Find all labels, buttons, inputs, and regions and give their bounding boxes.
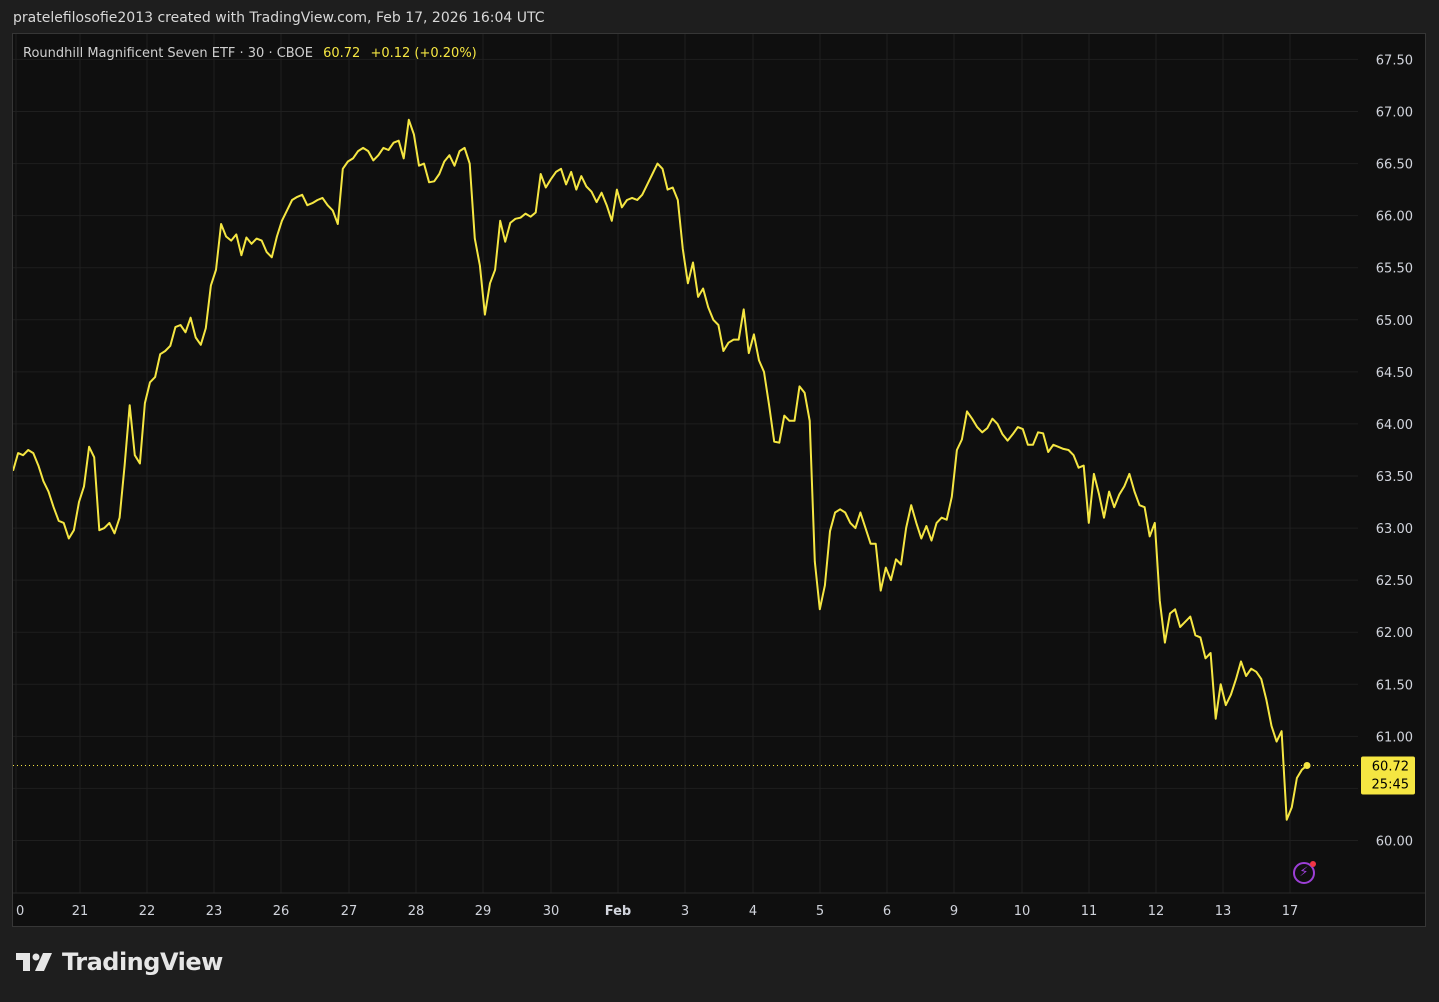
x-tick-label: 17	[1282, 904, 1299, 919]
tradingview-brand: TradingView	[16, 948, 223, 976]
y-tick-label: 63.50	[1376, 470, 1413, 485]
y-tick-label: 64.50	[1376, 366, 1413, 381]
legend-last-price: 60.72	[323, 46, 361, 61]
x-tick-label: 5	[816, 904, 824, 919]
price-chart[interactable]: 60.0060.5061.0061.5062.0062.5063.0063.50…	[13, 34, 1425, 926]
chart-background	[13, 34, 1425, 926]
y-tick-label: 62.50	[1376, 574, 1413, 589]
tradingview-logo-icon	[16, 953, 52, 971]
x-tick-label: 6	[883, 904, 891, 919]
y-tick-label: 67.00	[1376, 106, 1413, 121]
x-tick-label: 21	[72, 904, 89, 919]
y-tick-label: 65.00	[1376, 314, 1413, 329]
y-tick-label: 60.00	[1376, 835, 1413, 850]
legend-change: +0.12 (+0.20%)	[370, 46, 477, 61]
x-tick-label: 27	[341, 904, 358, 919]
y-tick-label: 67.50	[1376, 53, 1413, 68]
x-tick-label: 10	[1014, 904, 1031, 919]
chart-attribution: pratelefilosofie2013 created with Tradin…	[13, 10, 545, 26]
alert-notification-dot	[1310, 861, 1316, 867]
price-scale-label-countdown: 25:45	[1372, 778, 1409, 793]
y-tick-label: 66.00	[1376, 210, 1413, 225]
y-tick-label: 64.00	[1376, 418, 1413, 433]
x-tick-label: 12	[1148, 904, 1165, 919]
x-tick-label: 13	[1215, 904, 1232, 919]
x-tick-label: 29	[475, 904, 492, 919]
y-tick-label: 63.00	[1376, 522, 1413, 537]
x-tick-label: 22	[139, 904, 156, 919]
x-tick-label: 9	[950, 904, 958, 919]
y-tick-label: 61.50	[1376, 678, 1413, 693]
y-tick-label: 62.00	[1376, 626, 1413, 641]
legend-symbol: Roundhill Magnificent Seven ETF · 30 · C…	[23, 46, 313, 61]
x-tick-label: 3	[681, 904, 689, 919]
chart-pane[interactable]: 60.0060.5061.0061.5062.0062.5063.0063.50…	[12, 33, 1426, 927]
x-tick-label: 4	[749, 904, 757, 919]
x-tick-label: 0	[16, 904, 24, 919]
tradingview-wordmark: TradingView	[62, 948, 223, 976]
x-tick-label: 28	[408, 904, 425, 919]
price-scale-label-price: 60.72	[1372, 760, 1409, 775]
lightning-alert-icon[interactable]: ⚡	[1293, 861, 1316, 884]
x-tick-label: 11	[1081, 904, 1098, 919]
y-tick-label: 65.50	[1376, 262, 1413, 277]
last-price-dot	[1303, 762, 1311, 770]
symbol-legend: Roundhill Magnificent Seven ETF · 30 · C…	[23, 46, 477, 61]
y-tick-label: 66.50	[1376, 158, 1413, 173]
x-tick-label: 26	[273, 904, 290, 919]
x-tick-label: Feb	[605, 904, 631, 919]
x-tick-label: 30	[543, 904, 560, 919]
x-tick-label: 23	[206, 904, 223, 919]
y-tick-label: 61.00	[1376, 730, 1413, 745]
